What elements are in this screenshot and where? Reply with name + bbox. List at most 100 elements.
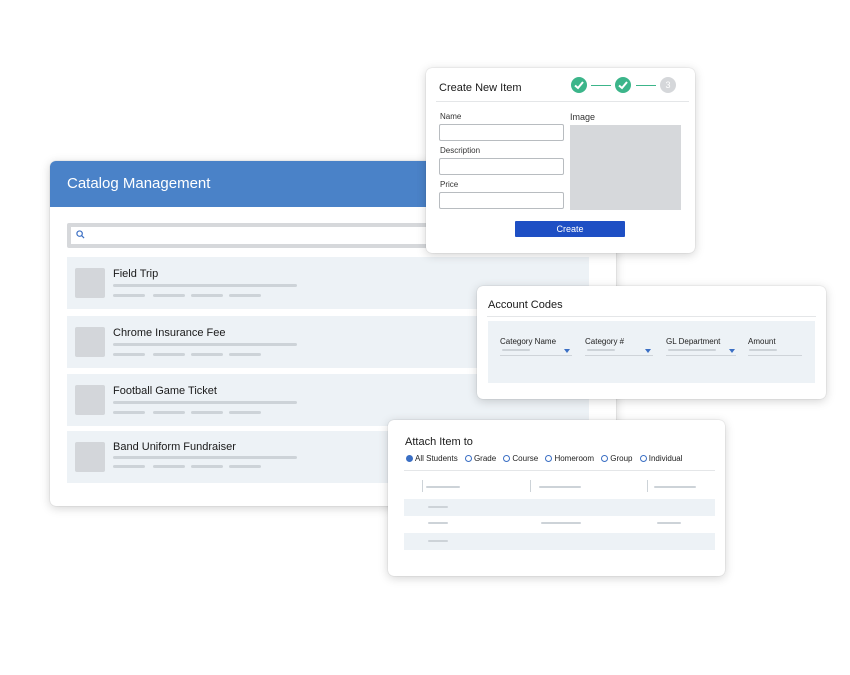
- search-icon: [76, 230, 85, 239]
- placeholder-line: [113, 465, 145, 468]
- create-item-dialog: Create New Item 3 Name Description Price…: [426, 68, 695, 253]
- step-2-complete-icon: [615, 77, 631, 93]
- description-label: Description: [440, 146, 481, 155]
- placeholder-line: [153, 411, 185, 414]
- catalog-item-label: Football Game Ticket: [113, 385, 217, 397]
- amount-label: Amount: [748, 337, 776, 346]
- placeholder-line: [587, 349, 615, 351]
- radio-label: Group: [610, 454, 633, 463]
- placeholder-line: [428, 522, 448, 524]
- radio-all-students[interactable]: All Students: [406, 454, 458, 463]
- placeholder-line: [113, 343, 297, 346]
- radio-label: Grade: [473, 454, 497, 463]
- placeholder-line: [428, 540, 448, 542]
- placeholder-line: [229, 465, 261, 468]
- attach-title: Attach Item to: [405, 436, 473, 448]
- chevron-down-icon[interactable]: [564, 349, 570, 353]
- placeholder-line: [428, 506, 448, 508]
- placeholder-line: [113, 411, 145, 414]
- placeholder-line: [153, 465, 185, 468]
- field-underline: [748, 355, 802, 356]
- placeholder-line: [113, 401, 297, 404]
- radio-icon: [464, 455, 472, 462]
- category-number-label: Category #: [585, 337, 625, 346]
- category-name-field[interactable]: Category Name: [500, 337, 572, 356]
- create-button[interactable]: Create: [515, 221, 625, 237]
- radio-selected-icon: [406, 455, 413, 462]
- item-thumbnail: [75, 385, 105, 415]
- placeholder-line: [229, 353, 261, 356]
- column-separator: [530, 480, 531, 492]
- name-input[interactable]: [439, 124, 564, 141]
- placeholder-line: [654, 486, 696, 488]
- account-codes-title: Account Codes: [488, 299, 563, 311]
- category-number-field[interactable]: Category #: [585, 337, 653, 356]
- radio-group[interactable]: Group: [601, 454, 632, 463]
- placeholder-line: [657, 522, 681, 524]
- table-row[interactable]: [404, 499, 715, 516]
- placeholder-line: [113, 353, 145, 356]
- attach-item-panel: Attach Item to All Students Grade Course…: [388, 420, 725, 576]
- table-row[interactable]: [404, 533, 715, 550]
- step-connector: [591, 85, 611, 86]
- gl-department-field[interactable]: GL Department: [666, 337, 736, 356]
- field-underline: [666, 355, 736, 356]
- placeholder-line: [229, 411, 261, 414]
- step-connector: [636, 85, 656, 86]
- radio-course[interactable]: Course: [503, 454, 538, 463]
- check-icon: [574, 81, 584, 90]
- item-thumbnail: [75, 327, 105, 357]
- gl-department-label: GL Department: [666, 337, 721, 346]
- image-upload-area[interactable]: [570, 125, 681, 210]
- column-separator: [647, 480, 648, 492]
- placeholder-line: [153, 353, 185, 356]
- account-codes-panel: Account Codes Category Name Category # G…: [477, 286, 826, 399]
- dialog-title: Create New Item: [439, 82, 522, 94]
- column-separator: [422, 480, 423, 492]
- placeholder-line: [113, 284, 297, 287]
- chevron-down-icon[interactable]: [645, 349, 651, 353]
- placeholder-line: [541, 522, 581, 524]
- catalog-item-label: Chrome Insurance Fee: [113, 327, 226, 339]
- radio-label: Homeroom: [554, 454, 595, 463]
- price-label: Price: [440, 180, 459, 189]
- table-row[interactable]: [404, 515, 715, 532]
- placeholder-line: [191, 465, 223, 468]
- radio-icon: [545, 455, 553, 462]
- placeholder-line: [229, 294, 261, 297]
- catalog-item-label: Band Uniform Fundraiser: [113, 441, 236, 453]
- radio-individual[interactable]: Individual: [639, 454, 683, 463]
- placeholder-line: [191, 353, 223, 356]
- radio-label: Individual: [648, 454, 683, 463]
- divider: [404, 470, 715, 471]
- radio-icon: [503, 455, 511, 462]
- amount-field[interactable]: Amount: [748, 337, 802, 356]
- placeholder-line: [113, 456, 297, 459]
- check-icon: [618, 81, 628, 90]
- placeholder-line: [668, 349, 716, 351]
- attach-options: All Students Grade Course Homeroom Group…: [406, 454, 688, 463]
- divider: [487, 316, 816, 317]
- placeholder-line: [539, 486, 581, 488]
- placeholder-line: [749, 349, 777, 351]
- category-name-label: Category Name: [500, 337, 557, 346]
- radio-label: All Students: [415, 454, 458, 463]
- placeholder-line: [191, 411, 223, 414]
- divider: [436, 101, 689, 102]
- radio-icon: [601, 455, 609, 462]
- account-codes-form: Category Name Category # GL Department A…: [488, 321, 815, 383]
- field-underline: [500, 355, 572, 356]
- chevron-down-icon[interactable]: [729, 349, 735, 353]
- price-input[interactable]: [439, 192, 564, 209]
- radio-label: Course: [512, 454, 539, 463]
- step-1-complete-icon: [571, 77, 587, 93]
- radio-icon: [639, 455, 647, 462]
- description-input[interactable]: [439, 158, 564, 175]
- placeholder-line: [191, 294, 223, 297]
- radio-homeroom[interactable]: Homeroom: [545, 454, 594, 463]
- image-label: Image: [570, 112, 596, 122]
- table-header-row: [404, 479, 715, 496]
- radio-grade[interactable]: Grade: [464, 454, 497, 463]
- step-3-indicator: 3: [660, 77, 676, 93]
- name-label: Name: [440, 112, 462, 121]
